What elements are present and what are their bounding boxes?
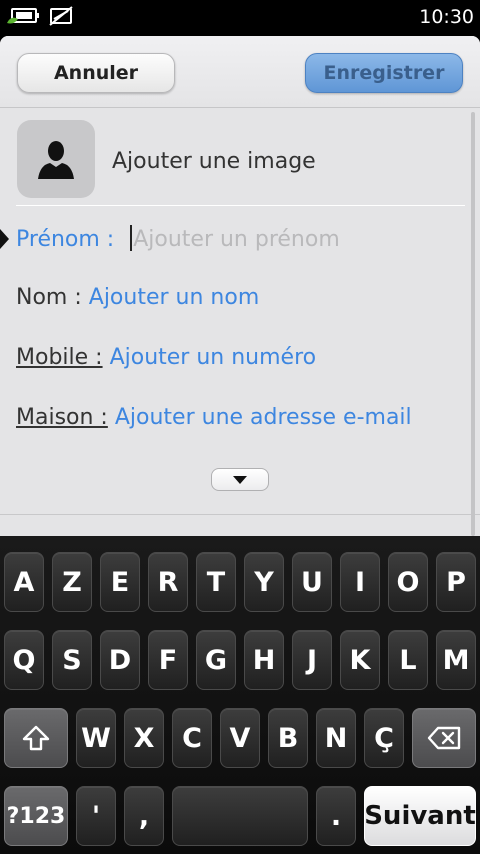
key-e[interactable]: E xyxy=(100,552,140,612)
key-r[interactable]: R xyxy=(148,552,188,612)
no-signal-icon xyxy=(48,6,74,30)
key-m[interactable]: M xyxy=(436,630,476,690)
key-t[interactable]: T xyxy=(196,552,236,612)
scrollbar[interactable] xyxy=(471,112,475,536)
key-d[interactable]: D xyxy=(100,630,140,690)
key-s[interactable]: S xyxy=(52,630,92,690)
save-button[interactable]: Enregistrer xyxy=(305,53,463,93)
mobile-label[interactable]: Mobile : xyxy=(16,345,103,370)
key-u[interactable]: U xyxy=(292,552,332,612)
home-placeholder[interactable]: Ajouter une adresse e-mail xyxy=(115,405,412,430)
virtual-keyboard: A Z E R T Y U I O P Q S D F G H J K L M … xyxy=(0,536,480,854)
key-j[interactable]: J xyxy=(292,630,332,690)
last-name-placeholder[interactable]: Ajouter un nom xyxy=(89,285,259,310)
comma-key[interactable]: , xyxy=(124,786,164,846)
key-n[interactable]: N xyxy=(316,708,356,768)
battery-charging-icon xyxy=(6,6,40,30)
first-name-placeholder[interactable]: Ajouter un prénom xyxy=(133,227,340,252)
key-a[interactable]: A xyxy=(4,552,44,612)
divider xyxy=(0,514,480,515)
last-name-label: Nom : xyxy=(16,285,82,310)
key-l[interactable]: L xyxy=(388,630,428,690)
backspace-key[interactable] xyxy=(412,708,476,768)
key-x[interactable]: X xyxy=(124,708,164,768)
numbers-key[interactable]: ?123 xyxy=(4,786,68,846)
status-bar: 10:30 xyxy=(0,0,480,34)
mobile-field[interactable]: Mobile : Ajouter un numéro xyxy=(16,345,316,370)
divider xyxy=(16,205,465,206)
expand-more-button[interactable] xyxy=(211,468,269,491)
shift-key[interactable] xyxy=(4,708,68,768)
key-y[interactable]: Y xyxy=(244,552,284,612)
key-p[interactable]: P xyxy=(436,552,476,612)
key-z[interactable]: Z xyxy=(52,552,92,612)
mobile-placeholder[interactable]: Ajouter un numéro xyxy=(110,345,317,370)
clock: 10:30 xyxy=(419,6,474,28)
cancel-button[interactable]: Annuler xyxy=(17,53,175,93)
text-cursor xyxy=(130,225,133,251)
apostrophe-key[interactable]: ' xyxy=(76,786,116,846)
next-key[interactable]: Suivant xyxy=(364,786,476,846)
period-key[interactable]: . xyxy=(316,786,356,846)
chevron-down-icon xyxy=(233,475,247,484)
key-b[interactable]: B xyxy=(268,708,308,768)
home-label[interactable]: Maison : xyxy=(16,405,108,430)
home-field[interactable]: Maison : Ajouter une adresse e-mail xyxy=(16,405,412,430)
key-h[interactable]: H xyxy=(244,630,284,690)
key-v[interactable]: V xyxy=(220,708,260,768)
first-name-field[interactable]: Prénom : Ajouter un prénom xyxy=(16,225,340,252)
first-name-label: Prénom : xyxy=(16,227,115,252)
key-c-cedilla[interactable]: Ç xyxy=(364,708,404,768)
active-field-marker xyxy=(0,229,9,249)
key-w[interactable]: W xyxy=(76,708,116,768)
key-f[interactable]: F xyxy=(148,630,188,690)
backspace-icon xyxy=(427,726,461,750)
key-c[interactable]: C xyxy=(172,708,212,768)
space-key[interactable] xyxy=(172,786,308,846)
key-k[interactable]: K xyxy=(340,630,380,690)
person-icon xyxy=(38,141,74,179)
toolbar: Annuler Enregistrer xyxy=(0,36,480,108)
contact-form: Ajouter une image Prénom : Ajouter un pr… xyxy=(0,108,480,536)
key-o[interactable]: O xyxy=(388,552,428,612)
key-g[interactable]: G xyxy=(196,630,236,690)
shift-arrow-icon xyxy=(22,725,50,751)
status-icons xyxy=(6,6,74,30)
key-i[interactable]: I xyxy=(340,552,380,612)
contact-editor: Annuler Enregistrer Ajouter une image Pr… xyxy=(0,36,480,536)
key-q[interactable]: Q xyxy=(4,630,44,690)
avatar-button[interactable] xyxy=(17,120,95,198)
add-image-label[interactable]: Ajouter une image xyxy=(112,149,316,174)
last-name-field[interactable]: Nom : Ajouter un nom xyxy=(16,285,259,310)
